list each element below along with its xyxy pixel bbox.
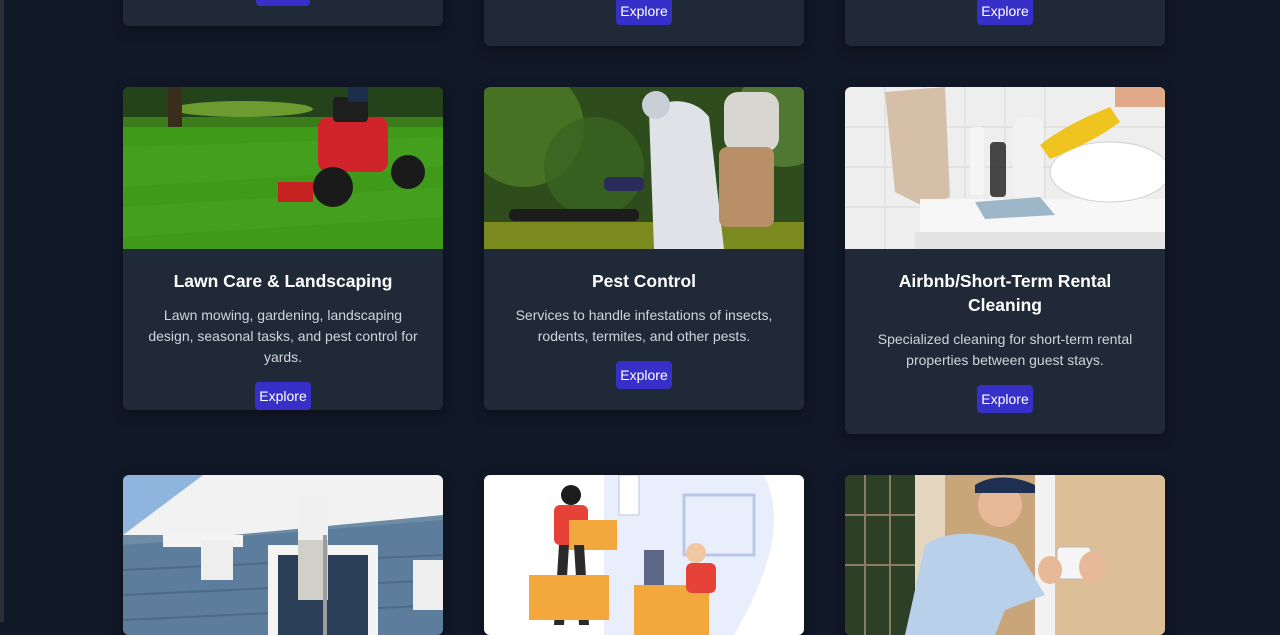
service-card-top-1 [123, 0, 443, 26]
card-description: Specialized cleaning for short-term rent… [877, 331, 1133, 368]
card-description: Services to handle infestations of insec… [515, 307, 773, 344]
explore-button[interactable] [256, 0, 310, 6]
card-title: Pest Control [591, 271, 697, 291]
explore-button[interactable]: Explore [977, 385, 1033, 413]
service-card-lawn-care: Lawn Care & Landscaping Lawn mowing, gar… [123, 87, 443, 410]
lawn-mower-image [123, 87, 443, 249]
movers-illustration [484, 475, 804, 635]
card-description: Lawn mowing, gardening, landscaping desi… [148, 307, 418, 365]
service-card-pest-control: Pest Control Services to handle infestat… [484, 87, 804, 410]
service-card-rental-cleaning: Airbnb/Short-Term Rental Cleaning Specia… [845, 87, 1165, 434]
service-card-security [845, 475, 1165, 635]
explore-button[interactable]: Explore [977, 0, 1033, 25]
window-edge [0, 0, 4, 622]
card-title: Airbnb/Short-Term Rental Cleaning [898, 271, 1112, 315]
explore-button[interactable]: Explore [616, 361, 672, 389]
explore-button[interactable]: Explore [255, 382, 311, 410]
service-card-top-2: Explore [484, 0, 804, 46]
pest-sprayer-image [484, 87, 804, 249]
service-card-moving [484, 475, 804, 635]
service-card-painting [123, 475, 443, 635]
card-title: Lawn Care & Landscaping [173, 271, 393, 291]
alarm-installer-image [845, 475, 1165, 635]
house-painters-image [123, 475, 443, 635]
service-card-top-3: Explore [845, 0, 1165, 46]
explore-button[interactable]: Explore [616, 0, 672, 25]
bathroom-cleaning-image [845, 87, 1165, 249]
